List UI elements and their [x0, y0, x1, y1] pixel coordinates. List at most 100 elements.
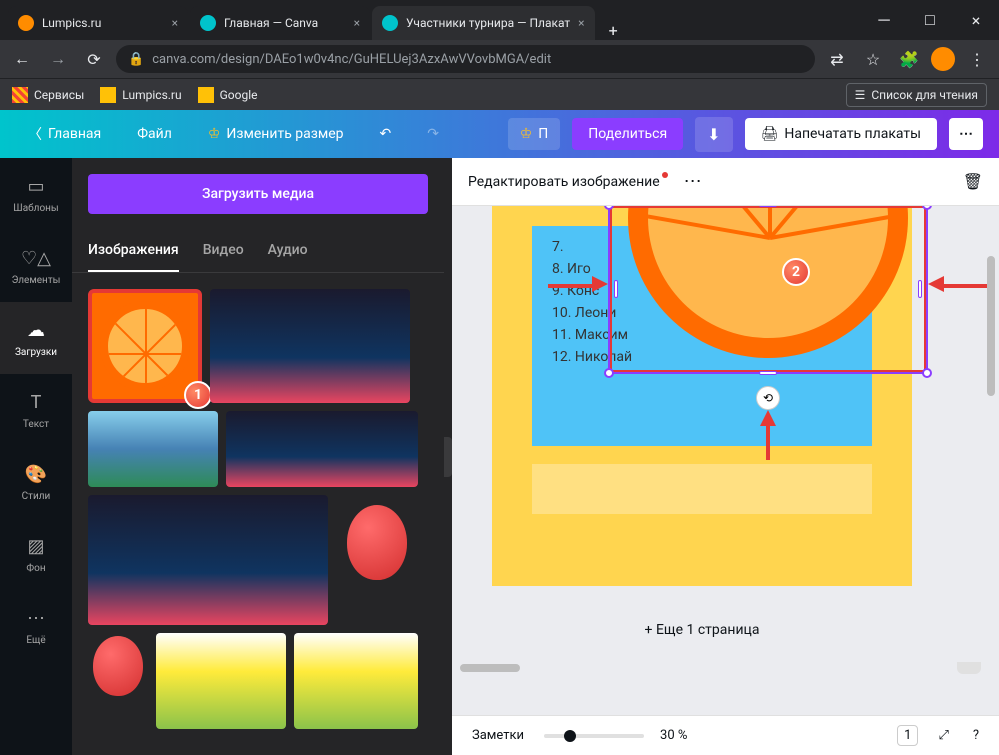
vertical-scrollbar[interactable] — [985, 254, 997, 643]
page-indicator[interactable]: 1 — [897, 725, 918, 746]
more-button[interactable]: ⋯ — [949, 118, 983, 150]
media-item-space2[interactable] — [226, 411, 418, 487]
star-icon[interactable]: ☆ — [859, 45, 887, 73]
tab-canva-design[interactable]: Участники турнира — Плакат × — [372, 6, 595, 40]
balloon-icon — [93, 636, 143, 696]
bookmark-services[interactable]: Сервисы — [12, 87, 84, 103]
tab-lumpics[interactable]: Lumpics.ru × — [8, 6, 188, 40]
file-label: Файл — [137, 126, 172, 142]
url-input[interactable]: 🔒 canva.com/design/DAEo1w0v4nc/GuHELUej3… — [116, 45, 815, 73]
nav-elements[interactable]: ♡△ Элементы — [0, 230, 72, 302]
share-button[interactable]: Поделиться — [572, 118, 683, 150]
bookmark-lumpics[interactable]: Lumpics.ru — [100, 87, 181, 103]
edit-image-button[interactable]: Редактировать изображение — [468, 174, 660, 190]
scroll-thumb[interactable] — [460, 664, 520, 672]
annotation-arrow — [548, 284, 598, 288]
slider-thumb[interactable] — [564, 730, 576, 742]
tab-audio[interactable]: Аудио — [268, 230, 308, 272]
share-label: Поделиться — [588, 126, 667, 142]
forward-button[interactable]: → — [44, 45, 72, 73]
tab-label: Изображения — [88, 242, 179, 258]
sync-icon[interactable]: ⇄ — [823, 45, 851, 73]
media-item-sunrise1[interactable] — [156, 633, 286, 729]
tab-video[interactable]: Видео — [203, 230, 244, 272]
yellow-strip[interactable] — [532, 464, 872, 514]
zoom-slider[interactable] — [544, 734, 644, 738]
resize-handle-n[interactable] — [759, 206, 777, 207]
help-button[interactable]: ? — [969, 724, 983, 747]
browser-titlebar: Lumpics.ru × Главная — Canva × Участники… — [0, 0, 999, 40]
nav-text[interactable]: T Текст — [0, 374, 72, 446]
print-button[interactable]: 🖨 Напечатать плакаты — [745, 118, 937, 150]
tab-images[interactable]: Изображения — [88, 230, 179, 272]
download-button[interactable]: ⬇ — [695, 117, 732, 152]
reading-list-button[interactable]: ☰ Список для чтения — [846, 83, 987, 107]
media-item-sunrise2[interactable] — [294, 633, 418, 729]
nav-label: Стили — [22, 491, 51, 502]
media-tabs: Изображения Видео Аудио — [72, 230, 444, 273]
tab-canva-home[interactable]: Главная — Canva × — [190, 6, 370, 40]
file-button[interactable]: Файл — [125, 118, 184, 150]
close-icon[interactable]: × — [578, 16, 584, 30]
panel-separator[interactable] — [444, 158, 452, 755]
close-icon[interactable]: × — [172, 16, 178, 30]
close-icon[interactable]: × — [354, 16, 360, 30]
new-tab-button[interactable]: + — [597, 21, 630, 40]
profile-avatar[interactable] — [931, 47, 955, 71]
design-page[interactable]: 7. 8. Иго 9. Конс 10. Леони 11. Максим 1… — [492, 206, 952, 586]
edit-label: Редактировать изображение — [468, 174, 660, 190]
media-item-orange[interactable]: 1 — [88, 289, 202, 403]
resize-label: Изменить размер — [226, 126, 343, 142]
styles-icon: 🎨 — [24, 463, 48, 487]
close-button[interactable]: × — [953, 0, 999, 40]
delete-button[interactable]: 🗑 — [963, 172, 983, 191]
resize-handle-ne[interactable] — [922, 206, 932, 210]
collapse-handle[interactable] — [444, 437, 452, 477]
upload-media-button[interactable]: Загрузить медиа — [88, 174, 428, 214]
print-icon: 🖨 — [761, 126, 779, 142]
resize-button[interactable]: ♔ Изменить размер — [196, 118, 356, 150]
minimize-button[interactable]: ─ — [861, 0, 907, 40]
undo-button[interactable]: ↶ — [368, 118, 404, 150]
nav-background[interactable]: ▨ Фон — [0, 518, 72, 590]
notes-button[interactable]: Заметки — [468, 724, 528, 747]
nav-uploads[interactable]: ☁ Загрузки — [0, 302, 72, 374]
browser-tabs: Lumpics.ru × Главная — Canva × Участники… — [0, 0, 861, 40]
media-item-balloon2[interactable] — [88, 633, 148, 729]
resize-handle-se[interactable] — [922, 368, 932, 378]
nav-styles[interactable]: 🎨 Стили — [0, 446, 72, 518]
media-item-landscape[interactable] — [88, 411, 218, 487]
nav-more[interactable]: ⋯ Ещё — [0, 590, 72, 662]
redo-button[interactable]: ↷ — [415, 118, 451, 150]
toolbar-more[interactable]: ⋯ — [684, 171, 702, 192]
resize-handle-w[interactable] — [614, 280, 618, 298]
pro-button[interactable]: ♔ П — [508, 118, 561, 150]
home-button[interactable]: 〈 Главная — [16, 116, 113, 152]
scroll-thumb[interactable] — [987, 256, 995, 396]
rotate-handle[interactable]: ⟲ — [756, 386, 780, 410]
canvas-viewport[interactable]: 7. 8. Иго 9. Конс 10. Леони 11. Максим 1… — [452, 206, 999, 715]
reload-button[interactable]: ⟳ — [80, 45, 108, 73]
add-page-button[interactable]: + Еще 1 страница — [492, 606, 912, 654]
selection-box[interactable]: ⟲ — [608, 206, 928, 374]
favicon-icon — [18, 15, 34, 31]
horizontal-scrollbar[interactable] — [452, 661, 985, 675]
resize-handle-sw[interactable] — [604, 368, 614, 378]
bookmark-google[interactable]: Google — [198, 87, 258, 103]
bookmark-label: Lumpics.ru — [122, 88, 181, 102]
extensions-icon[interactable]: 🧩 — [895, 45, 923, 73]
media-item-balloon1[interactable] — [336, 495, 418, 625]
elements-icon: ♡△ — [24, 247, 48, 271]
media-item-space1[interactable] — [210, 289, 410, 403]
nav-templates[interactable]: ▭ Шаблоны — [0, 158, 72, 230]
maximize-button[interactable]: □ — [907, 0, 953, 40]
fullscreen-button[interactable]: ⤢ — [934, 724, 952, 747]
more-icon: ⋯ — [24, 607, 48, 631]
menu-icon[interactable]: ⋮ — [963, 45, 991, 73]
media-item-space3[interactable] — [88, 495, 328, 625]
back-button[interactable]: ← — [8, 45, 36, 73]
scroll-toggle[interactable] — [957, 662, 981, 674]
resize-handle-e[interactable] — [918, 280, 922, 298]
home-label: Главная — [48, 126, 101, 142]
resize-handle-s[interactable] — [759, 371, 777, 375]
